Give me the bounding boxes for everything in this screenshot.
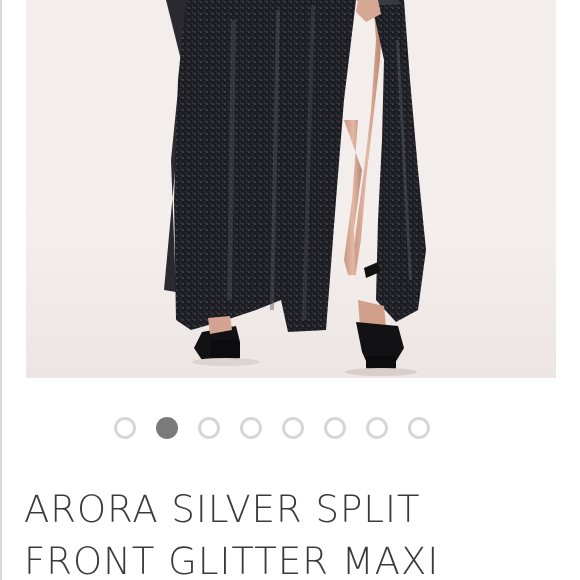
- image-carousel-dots: [114, 417, 430, 439]
- carousel-dot-3[interactable]: [198, 417, 220, 439]
- carousel-dot-8[interactable]: [408, 417, 430, 439]
- carousel-dot-2-active[interactable]: [156, 417, 178, 439]
- carousel-dot-1[interactable]: [114, 417, 136, 439]
- carousel-dot-5[interactable]: [282, 417, 304, 439]
- left-border: [0, 0, 2, 580]
- product-title: ARORA SILVER SPLIT FRONT GLITTER MAXI: [24, 488, 440, 580]
- product-image[interactable]: [26, 0, 556, 378]
- carousel-dot-4[interactable]: [240, 417, 262, 439]
- carousel-dot-7[interactable]: [366, 417, 388, 439]
- product-page: ARORA SILVER SPLIT FRONT GLITTER MAXI: [0, 0, 580, 580]
- product-photo: [26, 0, 556, 378]
- carousel-dot-6[interactable]: [324, 417, 346, 439]
